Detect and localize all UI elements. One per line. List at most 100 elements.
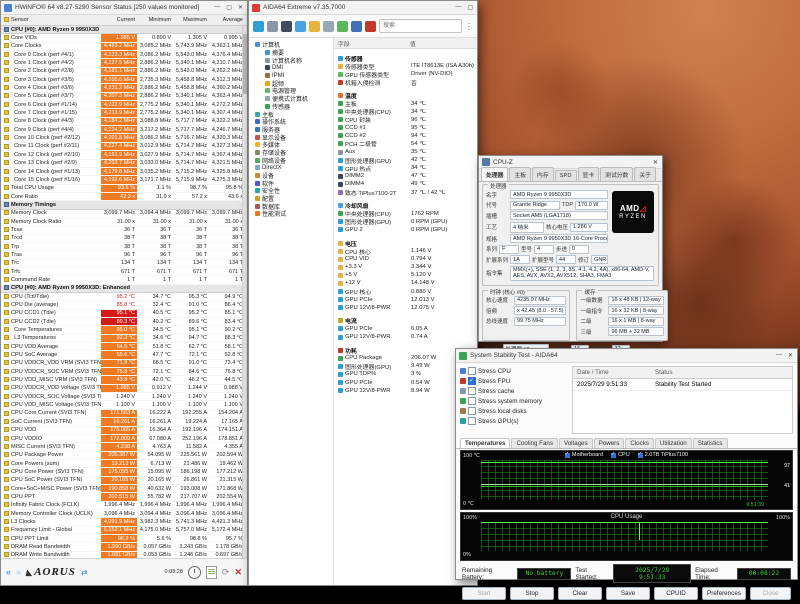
stress-option-row[interactable]: Stress local disks	[460, 406, 568, 416]
stress-checkbox[interactable]	[468, 417, 476, 425]
logging-icon[interactable]: ⇄	[81, 568, 88, 577]
toolbar-icon[interactable]	[351, 21, 362, 32]
stress-checkbox[interactable]	[468, 367, 476, 375]
toolbar-icon[interactable]	[281, 21, 292, 32]
sensor-row[interactable]: MISC Current (SVI3 TFN) 4.238 A 4.763 A …	[1, 443, 247, 451]
sensor-row[interactable]: Core Powers (sum) 19.213 W 6.713 W 21.48…	[1, 460, 247, 468]
tree-item[interactable]: 网络设备	[249, 156, 333, 164]
tree-item[interactable]: 操作系统	[249, 118, 333, 126]
tree-item[interactable]: 配置	[249, 195, 333, 203]
sensor-field-row[interactable]: +5 V 5.120 V	[334, 271, 477, 279]
close-sensors-icon[interactable]: ✕	[234, 568, 242, 577]
cpuz-tab[interactable]: 主板	[509, 167, 531, 181]
stress-checkbox[interactable]	[468, 407, 476, 415]
value-column-header[interactable]: 值	[410, 39, 416, 48]
sensor-row[interactable]: DRAM Write Bandwidth 1.081 GB/s 0.053 GB…	[1, 552, 247, 558]
tree-item[interactable]: 主板	[249, 110, 333, 118]
more-options-icon[interactable]: ⋮	[465, 22, 473, 31]
sensor-row[interactable]: Core 0 Clock (perf #4/1) 4,223.3 MHz 3,0…	[1, 51, 247, 59]
sensor-row[interactable]: CPU CCD2 (Tdie) 89.3 °C 40.2 °C 89.6 °C …	[1, 318, 247, 326]
sensor-row[interactable]: CPU VDDCR_SOC VRM (SVI3 TFN) 75.8 °C 72.…	[1, 368, 247, 376]
sensor-row[interactable]: Memory Timings	[1, 201, 247, 209]
sensor-row[interactable]: CPU [#0]: AMD Ryzen 9 9950X3D: Enhanced	[1, 285, 247, 293]
sensor-row[interactable]: Core 8 Clock (perf #4/3) 4,184.2 MHz 3,0…	[1, 118, 247, 126]
minimize-icon[interactable]: —	[214, 4, 220, 11]
legend-checkbox[interactable]	[638, 453, 643, 458]
legend-item[interactable]: 2.0TB TiPlus7100	[638, 452, 688, 458]
sensor-field-row[interactable]: CCD #1 95 ℃	[334, 124, 477, 132]
stress-option-row[interactable]: Stress GPU(s)	[460, 416, 568, 426]
sensor-row[interactable]: CPU VDD 175.065 A 16.364 A 192.196 A 174…	[1, 427, 247, 435]
sensor-row[interactable]: Trfc 671 T 671 T 671 T 671 T	[1, 268, 247, 276]
search-input[interactable]	[379, 19, 462, 33]
tree-item[interactable]: 便携式计算机	[249, 95, 333, 103]
sensor-field-row[interactable]: CPU 封装 96 ℃	[334, 116, 477, 124]
report-icon[interactable]	[206, 566, 217, 579]
tree-item[interactable]: 安全性	[249, 187, 333, 195]
sensor-row[interactable]: CPU Die (average) 85.8 °C 32.4 °C 91.0 °…	[1, 301, 247, 309]
log-col-status[interactable]: Status	[655, 369, 673, 376]
cpuz-tab[interactable]: 关于	[634, 167, 656, 181]
sensor-field-row[interactable]: GPU PCIe 12.013 V	[334, 296, 477, 304]
sensor-row[interactable]: CPU VDDIO 172.009 A 67.080 A 252.196 A 1…	[1, 435, 247, 443]
tree-item[interactable]: 传感器	[249, 103, 333, 111]
hwinfo-titlebar[interactable]: HWiNFO® 64 v8.27-5290 Sensor Status [250…	[1, 1, 247, 15]
tree-item[interactable]: 超频	[249, 79, 333, 87]
field-column-header[interactable]: 字段	[334, 39, 410, 48]
sensor-field-row[interactable]: 致态 TiPlus7100-2T 37 ℃ / 42 ℃	[334, 189, 477, 197]
log-col-datetime[interactable]: Date / Time	[573, 369, 655, 376]
panel-header[interactable]: 字段 值	[334, 38, 477, 49]
tree-item[interactable]: 电源管理	[249, 87, 333, 95]
sensor-row[interactable]: Total CPU Usage 93.5 % 1.1 % 98.7 % 95.8…	[1, 185, 247, 193]
sensor-row[interactable]: CPU (Tctl/Tdie) 95.2 °C 34.7 °C 95.3 °C …	[1, 293, 247, 301]
tree-item[interactable]: 摘要	[249, 49, 333, 57]
tree-item[interactable]: 性能测试	[249, 210, 333, 218]
tree-item[interactable]: 服务器	[249, 126, 333, 134]
shift-values-right-icon[interactable]: »	[16, 568, 21, 577]
tree-item[interactable]: 计算机	[249, 41, 333, 49]
sensor-row[interactable]: CPU Package Power 205.387 W 54.095 W 225…	[1, 452, 247, 460]
sensor-row[interactable]: Core 15 Clock (perf #1/16) 4,192.6 MHz 3…	[1, 176, 247, 184]
sensor-row[interactable]: Memory Clock Ratio 31.00 x 31.00 x 31.00…	[1, 218, 247, 226]
sensor-row[interactable]: CPU VDD_MISC Voltage (SVI3 TFN) 1.100 V …	[1, 401, 247, 409]
stability-action-button[interactable]: Save	[606, 587, 650, 600]
stability-action-button[interactable]: Start	[462, 587, 506, 600]
tree-item[interactable]: 多媒体	[249, 141, 333, 149]
sensor-row[interactable]: CPU [#0]: AMD Ryzen 9 9950X3D	[1, 26, 247, 34]
sensor-row[interactable]: CPU Core Current (SVI3 TFN) 171.563 A 16…	[1, 410, 247, 418]
sensor-row[interactable]: Core 1 Clock (perf #4/2) 4,227.5 MHz 2,8…	[1, 59, 247, 67]
sensor-field-row[interactable]: GPU 2 0 RPM (GPU)	[334, 226, 477, 234]
sensor-field-row[interactable]: 机箱入侵检测 否	[334, 78, 477, 86]
sensor-row[interactable]: CPU CCD1 (Tdie) 95.1 °C 40.5 °C 95.2 °C …	[1, 310, 247, 318]
stability-action-button[interactable]: Stop	[510, 587, 554, 600]
sensor-row[interactable]: Infinity Fabric Clock (FCLK) 1,996.4 MHz…	[1, 502, 247, 510]
toolbar-icon[interactable]	[365, 21, 376, 32]
sensor-row[interactable]: Core 13 Clock (perf #2/9) 4,203.7 MHz 3,…	[1, 160, 247, 168]
sensor-row[interactable]: Core 11 Clock (perf #2/11) 4,227.4 MHz 3…	[1, 143, 247, 151]
tree-item[interactable]: DirectX	[249, 164, 333, 172]
minimize-icon[interactable]: —	[776, 352, 782, 359]
graph-tab[interactable]: Voltages	[559, 438, 593, 448]
sensor-field-row[interactable]: +3.3 V 3.344 V	[334, 263, 477, 271]
tree-item[interactable]: 软件	[249, 179, 333, 187]
column-sensor[interactable]: Sensor	[1, 17, 101, 23]
sensor-row[interactable]: CPU PPT Limit 96.2 % 5.6 % 98.8 % 95.7 %	[1, 535, 247, 543]
column-current[interactable]: Current	[101, 15, 137, 25]
tree-item[interactable]: DMI	[249, 64, 333, 72]
legend-checkbox[interactable]	[565, 453, 570, 458]
maximize-icon[interactable]: ▢	[226, 4, 232, 11]
tree-item[interactable]: 设备	[249, 172, 333, 180]
stability-test-titlebar[interactable]: System Stability Test - AIDA64 — ✕	[456, 349, 797, 363]
cpuz-tab[interactable]: 处理器	[481, 167, 508, 181]
aida64-titlebar[interactable]: AIDA64 Extreme v7.35.7000 — ▢	[249, 1, 477, 15]
sensor-row[interactable]: CPU VDDCR_VDD Voltage (SVI3 TFN) 1.085 V…	[1, 385, 247, 393]
stress-option-row[interactable]: Stress system memory	[460, 396, 568, 406]
sensor-field-row[interactable]: GPU PCIe 6.05 A	[334, 325, 477, 333]
sensor-row[interactable]: Frequency Limit - Global 5,152.1 MHz 4,1…	[1, 527, 247, 535]
shift-values-left-icon[interactable]: «	[6, 568, 11, 577]
sensor-row[interactable]: CPU PPT 202.515 W 55.782 W 217.707 W 202…	[1, 493, 247, 501]
sensor-row[interactable]: Core Clocks 4,483.2 MHz 3,085.2 MHz 5,74…	[1, 43, 247, 51]
sensor-row[interactable]: Memory Clock 3,099.7 MHz 3,094.4 MHz 3,0…	[1, 210, 247, 218]
sensor-row[interactable]: Core 9 Clock (perf #4/4) 4,224.2 MHz 3,2…	[1, 126, 247, 134]
sensor-row[interactable]: Core+SoC+MISC Power (SVI3 TFN) 190.858 W…	[1, 485, 247, 493]
